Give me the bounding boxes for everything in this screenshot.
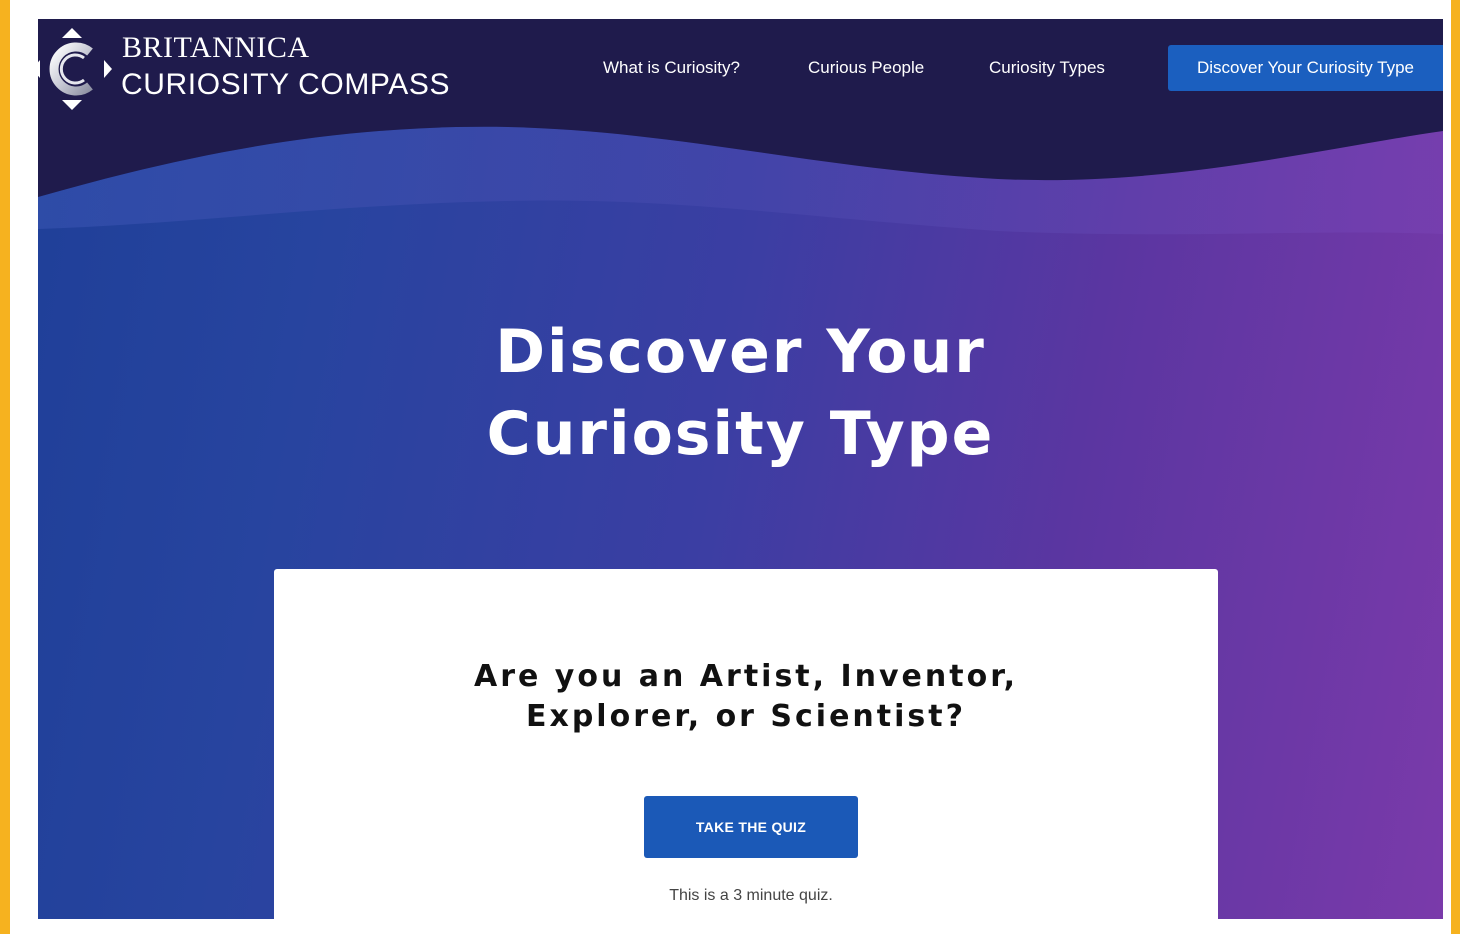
brand-product-name: CURIOSITY COMPASS [121, 68, 451, 101]
window-frame: BRITANNICA CURIOSITY COMPASS What is Cur… [10, 0, 1451, 934]
compass-c-icon [38, 28, 112, 110]
nav-link-curiosity-types[interactable]: Curiosity Types [989, 45, 1105, 91]
hero-title: Discover Your Curiosity Type [38, 311, 1443, 475]
quiz-question-line2: Explorer, or Scientist? [525, 699, 967, 734]
nav-link-curious-people[interactable]: Curious People [808, 45, 924, 91]
quiz-card: Are you an Artist, Inventor, Explorer, o… [274, 569, 1218, 919]
hero-title-line1: Discover Your [495, 317, 986, 387]
nav-link-discover-curiosity-type[interactable]: Discover Your Curiosity Type [1168, 45, 1443, 91]
quiz-duration-note: This is a 3 minute quiz. [669, 887, 833, 904]
quiz-question: Are you an Artist, Inventor, Explorer, o… [274, 657, 1218, 737]
brand-name: BRITANNICA [122, 31, 310, 64]
web-page: BRITANNICA CURIOSITY COMPASS What is Cur… [38, 19, 1443, 919]
britannica-logo[interactable]: BRITANNICA CURIOSITY COMPASS [38, 23, 478, 113]
hero-title-line2: Curiosity Type [486, 399, 995, 469]
take-quiz-button[interactable]: TAKE THE QUIZ [644, 796, 858, 858]
quiz-question-line1: Are you an Artist, Inventor, [473, 659, 1018, 694]
nav-link-what-is-curiosity[interactable]: What is Curiosity? [603, 45, 740, 91]
